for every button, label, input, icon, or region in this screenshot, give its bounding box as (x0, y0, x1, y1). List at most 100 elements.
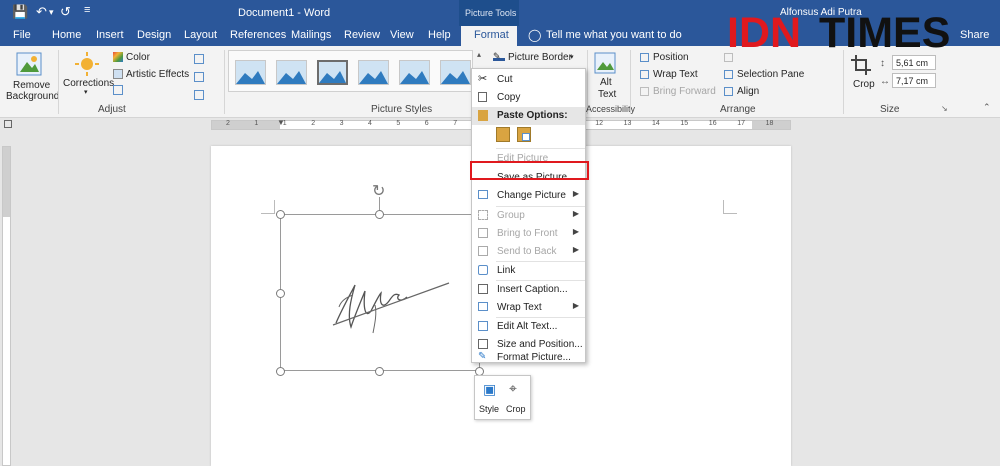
menu-item-change-picture[interactable]: Change Picture ▶ (472, 187, 585, 205)
menu-item-edit-alt-text[interactable]: Edit Alt Text... (472, 318, 585, 336)
tab-view[interactable]: View (390, 29, 414, 41)
tab-selector-icon[interactable] (4, 120, 12, 128)
height-icon: ↕ (880, 58, 885, 69)
resize-handle[interactable] (276, 367, 285, 376)
collapse-ribbon-icon[interactable]: ⌃ (983, 102, 991, 113)
vertical-ruler[interactable] (2, 146, 11, 466)
alt-text-icon[interactable] (594, 52, 616, 74)
tab-design[interactable]: Design (137, 29, 171, 41)
size-dialog-launcher-icon[interactable]: ↘ (941, 104, 948, 113)
selected-picture[interactable] (280, 214, 480, 371)
corrections-dropdown-icon[interactable]: ▾ (84, 88, 88, 96)
resize-handle[interactable] (375, 367, 384, 376)
save-icon[interactable]: 💾 (12, 4, 28, 20)
position-button[interactable]: Position (653, 52, 689, 63)
align-button[interactable]: Align (737, 86, 759, 97)
selection-pane-button[interactable]: Selection Pane (737, 69, 804, 80)
menu-item-bring-to-front: Bring to Front ▶ (472, 225, 585, 243)
reset-picture-icon[interactable] (194, 90, 204, 100)
crop-icon[interactable] (851, 55, 873, 75)
menu-item-link[interactable]: Link (472, 262, 585, 280)
accessibility-group-label: Accessibility (586, 104, 636, 114)
tab-layout[interactable]: Layout (184, 29, 217, 41)
tab-references[interactable]: References (230, 29, 286, 41)
corrections-icon[interactable] (74, 52, 100, 76)
ruler-number: 2 (226, 120, 230, 127)
corrections-label[interactable]: Corrections (63, 78, 114, 89)
tab-file[interactable]: File (13, 29, 31, 41)
resize-handle[interactable] (276, 289, 285, 298)
ruler-number: 13 (623, 120, 632, 127)
mini-crop-button[interactable]: Crop (506, 404, 526, 414)
customize-qat-icon[interactable]: ≡ (84, 4, 90, 16)
selection-pane-icon[interactable] (724, 70, 733, 79)
resize-handle[interactable] (276, 210, 285, 219)
ruler-number: 1 (254, 120, 259, 127)
submenu-arrow-icon: ▶ (572, 209, 579, 218)
style-thumbnail[interactable] (399, 60, 430, 85)
share-button[interactable]: Share (960, 29, 989, 41)
paste-picture-icon[interactable] (517, 127, 531, 142)
menu-item-wrap-text[interactable]: Wrap Text ▶ (472, 299, 585, 317)
tab-help[interactable]: Help (428, 29, 451, 41)
style-thumbnail[interactable] (235, 60, 266, 85)
color-icon[interactable] (113, 52, 123, 62)
menu-item-format-picture[interactable]: ✎ Format Picture... (472, 351, 585, 363)
style-thumbnail-selected[interactable] (317, 60, 348, 85)
picture-tools-label: Picture Tools (459, 0, 519, 26)
remove-background-icon[interactable] (16, 52, 42, 76)
ruler-number: 6 (424, 120, 429, 127)
indent-marker-icon[interactable]: ▼ (277, 118, 285, 127)
remove-background-label-1[interactable]: Remove (13, 80, 50, 91)
picture-styles-gallery[interactable] (228, 50, 473, 92)
artistic-effects-button[interactable]: Artistic Effects (126, 69, 189, 80)
color-button[interactable]: Color (126, 52, 150, 63)
alt-text-label-1[interactable]: Alt (600, 77, 612, 88)
tab-format[interactable]: Format (461, 26, 517, 46)
copy-icon (478, 92, 487, 102)
bring-to-front-icon (478, 228, 488, 238)
width-input[interactable]: 7,17 cm (892, 73, 936, 88)
style-thumbnail[interactable] (276, 60, 307, 85)
change-picture-icon[interactable] (194, 72, 204, 82)
wrap-text-button[interactable]: Wrap Text (653, 69, 698, 80)
align-icon[interactable] (724, 87, 733, 96)
menu-item-insert-caption[interactable]: Insert Caption... (472, 281, 585, 299)
menu-item-copy[interactable]: Copy (472, 89, 585, 107)
compress-pictures-icon[interactable] (194, 54, 204, 64)
alt-text-icon (478, 321, 488, 331)
mini-style-button[interactable]: Style (479, 404, 499, 414)
picture-border-icon[interactable]: ✎ (493, 51, 505, 61)
tab-home[interactable]: Home (52, 29, 81, 41)
watermark-logo: IDN TIMES (727, 8, 950, 58)
tab-insert[interactable]: Insert (96, 29, 124, 41)
tell-me-box[interactable]: Tell me what you want to do (546, 29, 682, 41)
tab-mailings[interactable]: Mailings (291, 29, 331, 41)
style-thumbnail[interactable] (440, 60, 471, 85)
gallery-scroll-icon[interactable]: ▴ (477, 50, 481, 59)
undo-dropdown-icon[interactable]: ▾ (49, 7, 54, 18)
submenu-arrow-icon: ▶ (572, 189, 579, 198)
picture-border-button[interactable]: Picture Border (508, 52, 572, 63)
resize-handle[interactable] (375, 210, 384, 219)
crop-icon[interactable]: ⌖ (509, 380, 517, 397)
alt-text-label-2[interactable]: Text (598, 89, 616, 100)
undo-icon[interactable]: ↶ (36, 4, 47, 20)
window-title: Document1 - Word (238, 7, 331, 19)
style-icon[interactable]: ▣ (483, 381, 496, 398)
mini-toolbar: ▣ Style ⌖ Crop (474, 375, 531, 420)
tab-review[interactable]: Review (344, 29, 380, 41)
watermark-black-text: TIMES (819, 9, 951, 57)
crop-button[interactable]: Crop (853, 79, 875, 90)
position-icon[interactable] (640, 53, 649, 62)
paste-keep-format-icon[interactable] (496, 127, 510, 142)
artistic-effects-icon[interactable] (113, 69, 123, 79)
picture-border-dropdown-icon[interactable]: ▾ (570, 53, 574, 61)
rotate-handle-icon[interactable]: ↻ (372, 181, 385, 201)
style-thumbnail[interactable] (358, 60, 389, 85)
remove-background-label-2[interactable]: Background (6, 91, 59, 102)
redo-icon[interactable]: ↺ (60, 4, 71, 20)
menu-item-cut[interactable]: ✂ Cut (472, 71, 585, 89)
transparency-icon[interactable] (113, 85, 123, 95)
wrap-text-icon[interactable] (640, 70, 649, 79)
